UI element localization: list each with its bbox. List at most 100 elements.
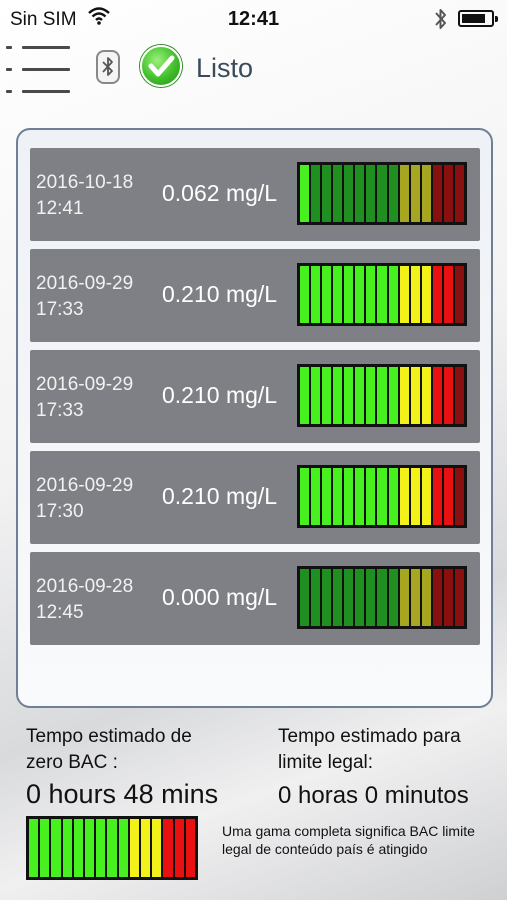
bar-segment	[366, 367, 376, 424]
bar-segment	[355, 165, 365, 222]
bar-segment	[333, 266, 343, 323]
bar-segment	[129, 819, 140, 877]
bar-segment	[366, 266, 376, 323]
bar-segment	[421, 266, 431, 323]
bar-segment	[311, 367, 321, 424]
bar-segment	[366, 165, 376, 222]
legend-bar	[26, 816, 198, 880]
bar-segment	[118, 819, 128, 877]
bar-segment	[410, 165, 420, 222]
bar-segment	[432, 367, 442, 424]
bar-segment	[300, 468, 310, 525]
reading-value: 0.210 mg/L	[162, 483, 278, 509]
bar-segment	[333, 569, 343, 626]
bar-segment	[344, 266, 354, 323]
reading-value: 0.062 mg/L	[162, 180, 278, 206]
bar-segment	[399, 468, 409, 525]
bar-segment	[443, 165, 453, 222]
bar-segment	[388, 468, 398, 525]
bac-level-bar	[297, 162, 467, 225]
bar-segment	[333, 468, 343, 525]
bar-segment	[300, 367, 310, 424]
bar-segment	[421, 367, 431, 424]
bar-segment	[333, 165, 343, 222]
zero-bac-value: 0 hours 48 mins	[26, 779, 219, 809]
bar-segment	[399, 266, 409, 323]
bar-segment	[73, 819, 84, 877]
bar-segment	[322, 165, 332, 222]
bac-level-bar	[297, 465, 467, 528]
bar-segment	[388, 165, 398, 222]
bar-segment	[454, 569, 464, 626]
hamburger-menu-icon[interactable]	[6, 46, 72, 96]
bar-segment	[141, 819, 151, 877]
reading-row[interactable]: 2016-09-29 17:30 0.210 mg/L	[30, 451, 480, 544]
bar-segment	[454, 266, 464, 323]
bar-segment	[311, 569, 321, 626]
bac-level-bar	[297, 566, 467, 629]
bar-segment	[432, 569, 442, 626]
reading-row[interactable]: 2016-10-18 12:41 0.062 mg/L	[30, 148, 480, 241]
reading-datetime: 2016-10-18 12:41	[36, 172, 134, 219]
bar-segment	[344, 468, 354, 525]
bar-segment	[344, 569, 354, 626]
bar-segment	[333, 367, 343, 424]
bar-segment	[311, 266, 321, 323]
bar-segment	[454, 165, 464, 222]
bar-segment	[388, 367, 398, 424]
bar-segment	[300, 569, 310, 626]
reading-value: 0.210 mg/L	[162, 281, 278, 307]
bar-segment	[377, 468, 387, 525]
clock: 12:41	[227, 8, 280, 30]
bar-segment	[300, 165, 310, 222]
bar-segment	[399, 569, 409, 626]
bluetooth-icon	[434, 6, 448, 37]
bar-segment	[443, 569, 453, 626]
status-label: Listo	[196, 53, 254, 83]
bar-segment	[432, 266, 442, 323]
bar-segment	[107, 819, 117, 877]
bar-segment	[443, 468, 453, 525]
bar-segment	[322, 569, 332, 626]
bac-level-bar	[297, 364, 467, 427]
bar-segment	[51, 819, 61, 877]
reading-datetime: 2016-09-29 17:33	[36, 374, 134, 421]
bluetooth-device-icon[interactable]	[96, 50, 120, 84]
bar-segment	[454, 468, 464, 525]
bar-segment	[322, 266, 332, 323]
bar-segment	[85, 819, 95, 877]
bar-segment	[410, 569, 420, 626]
bar-segment	[152, 819, 162, 877]
reading-row[interactable]: 2016-09-29 17:33 0.210 mg/L	[30, 249, 480, 342]
bar-segment	[443, 266, 453, 323]
bar-segment	[388, 569, 398, 626]
bar-segment	[410, 266, 420, 323]
reading-datetime: 2016-09-29 17:33	[36, 273, 134, 320]
bar-segment	[311, 468, 321, 525]
bar-segment	[62, 819, 72, 877]
bar-segment	[344, 165, 354, 222]
bar-segment	[432, 165, 442, 222]
bar-segment	[311, 165, 321, 222]
bar-segment	[410, 468, 420, 525]
bar-segment	[185, 819, 196, 877]
bar-segment	[377, 266, 387, 323]
bar-segment	[355, 468, 365, 525]
bar-segment	[410, 367, 420, 424]
bar-segment	[388, 266, 398, 323]
bar-segment	[399, 367, 409, 424]
bac-level-bar	[297, 263, 467, 326]
bar-segment	[377, 165, 387, 222]
bar-segment	[163, 819, 173, 877]
zero-bac-label: Tempo estimado de zero BAC :	[26, 726, 192, 773]
bar-segment	[377, 569, 387, 626]
reading-row[interactable]: 2016-09-28 12:45 0.000 mg/L	[30, 552, 480, 645]
legal-limit-label: Tempo estimado para limite legal:	[278, 726, 461, 773]
reading-value: 0.210 mg/L	[162, 382, 278, 408]
bar-segment	[355, 266, 365, 323]
status-bar: Sin SIM 12:41	[0, 0, 507, 40]
reading-datetime: 2016-09-29 17:30	[36, 475, 134, 522]
readings-panel: 2016-10-18 12:41 0.062 mg/L 2016-09-29 1…	[16, 128, 493, 708]
reading-row[interactable]: 2016-09-29 17:33 0.210 mg/L	[30, 350, 480, 443]
bar-segment	[443, 367, 453, 424]
